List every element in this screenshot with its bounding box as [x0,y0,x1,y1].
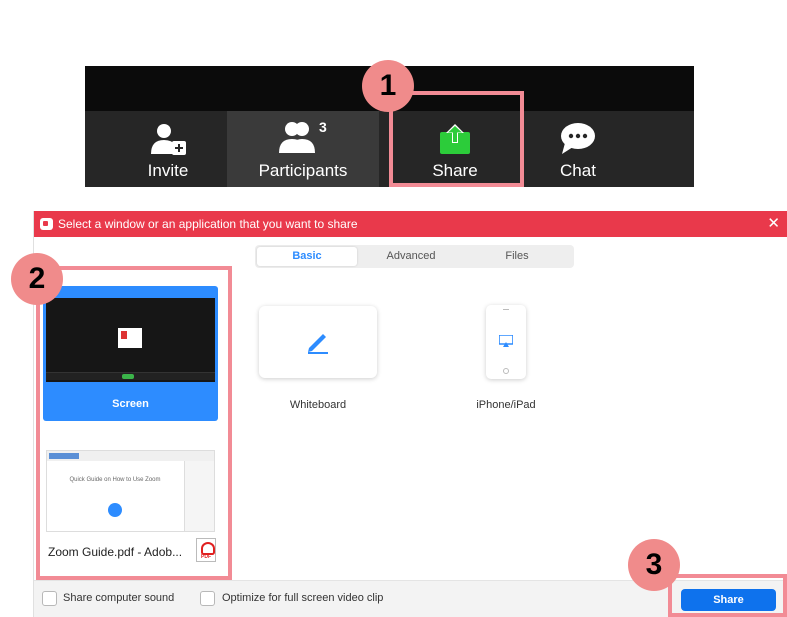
invite-label: Invite [147,161,189,180]
dialog-title-bar: Select a window or an application that y… [34,211,787,237]
source-list-highlight [36,266,232,580]
whiteboard-tile[interactable] [259,306,377,378]
share-button-highlight [389,91,524,187]
dialog-title: Select a window or an application that y… [58,217,358,231]
participants-count: 3 [319,119,327,135]
tab-basic[interactable]: Basic [257,247,357,266]
invite-button[interactable]: Invite [93,111,243,187]
home-button [503,368,509,374]
chat-bubble-icon [503,119,653,159]
optimize-video-checkbox[interactable] [200,591,215,606]
iphone-ipad-label: iPhone/iPad [476,399,536,411]
chat-label: Chat [560,161,596,180]
step-3-badge: 3 [628,539,680,591]
participants-icon [227,119,379,159]
optimize-video-label: Optimize for full screen video clip [222,592,384,604]
share-confirm-highlight [668,574,787,617]
tab-advanced[interactable]: Advanced [361,247,461,266]
iphone-ipad-tile[interactable] [486,305,526,379]
zoom-logo-icon [40,218,53,230]
step-1-badge: 1 [362,60,414,112]
participants-label: Participants [258,161,348,180]
whiteboard-label: Whiteboard [289,399,347,411]
step-2-badge: 2 [11,253,63,305]
tab-files[interactable]: Files [467,247,567,266]
close-icon[interactable]: ✕ [767,211,780,237]
share-sound-checkbox[interactable] [42,591,57,606]
participants-button[interactable]: 3 Participants [227,111,379,187]
pencil-icon [308,334,328,354]
phone-speaker [503,309,509,310]
share-sound-label: Share computer sound [63,592,175,604]
add-person-icon [93,119,243,159]
airplay-icon [499,335,513,347]
chat-button[interactable]: Chat [503,111,653,187]
share-tabs: Basic Advanced Files [255,245,574,268]
